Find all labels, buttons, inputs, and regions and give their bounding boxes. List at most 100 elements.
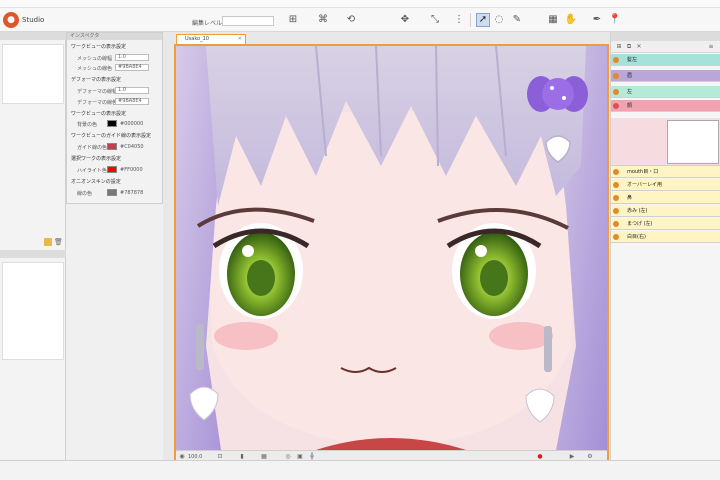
inspector-panel: インスペクタ ワークビューの表示設定 メッシュの線幅 1.0 メッシュの線色 #… <box>66 32 163 204</box>
duplicate-icon[interactable]: ⧉ <box>625 43 633 51</box>
inspector-header: インスペクタ <box>67 33 162 40</box>
lasso-icon[interactable]: ◌ <box>492 13 506 27</box>
deformer-list[interactable] <box>2 262 64 360</box>
menu-icon[interactable]: ≡ <box>707 43 715 51</box>
guide-color-value: #C04050 <box>120 144 144 150</box>
toolbar-separator <box>470 13 471 27</box>
section-onion: オニオンスキンの設定 <box>71 179 121 185</box>
onion-color-label: 線の色 <box>77 191 93 197</box>
guide-color-label: ガイド線の色 <box>77 145 108 151</box>
snap-icon[interactable]: ⋮ <box>452 13 466 27</box>
model-canvas[interactable] <box>176 46 607 450</box>
layer-thumbnail[interactable] <box>667 120 719 164</box>
layer-name: 赤み (左) <box>627 208 648 214</box>
new-layer-icon[interactable]: ⊞ <box>615 43 623 51</box>
layer-name: mouth目・口 <box>627 169 659 175</box>
layer-row[interactable]: 髪左 <box>611 54 720 66</box>
pin-icon[interactable]: 📍 <box>608 13 622 27</box>
section-selection: 選択ワークの表示設定 <box>71 156 122 162</box>
edit-level-label: 編集レベル <box>192 20 223 27</box>
main-toolbar: ● Studio 編集レベル ⊞ ⌘ ⟲ ✥ ⤡ ⋮ ➚ ◌ ✎ ▦ ✋ ✒ 📍 <box>0 8 720 32</box>
app-name: Studio <box>22 16 45 24</box>
parts-panel-header <box>611 32 720 41</box>
eyedropper-icon[interactable]: ✒ <box>590 13 604 27</box>
view-tab[interactable]: Usako_10 ✕ <box>176 34 246 44</box>
layer-row[interactable]: 鼻 <box>611 192 720 204</box>
layer-name: 鼻 <box>627 195 633 201</box>
parts-list[interactable] <box>2 44 64 104</box>
select-arrow-icon[interactable]: ➚ <box>476 13 490 27</box>
mesh-color-label: メッシュの線色 <box>77 66 113 72</box>
folder-icon[interactable] <box>44 238 52 246</box>
section-guide: ワークビューのガイド線の表示設定 <box>71 133 152 139</box>
layer-row[interactable]: まつげ (左) <box>611 218 720 230</box>
section-background: ワークビューの表示設定 <box>71 111 127 117</box>
visibility-icon[interactable] <box>613 57 619 63</box>
mesh-width-label: メッシュの線幅 <box>77 56 113 62</box>
timeline-strip <box>0 460 720 480</box>
visibility-icon[interactable] <box>613 208 619 214</box>
onion-color-value: #787878 <box>120 190 144 196</box>
visibility-icon[interactable] <box>613 182 619 188</box>
onion-color-swatch[interactable] <box>107 189 117 196</box>
layer-name: 眉 <box>627 73 633 79</box>
left-dock: 🗑 <box>0 32 66 460</box>
visibility-icon[interactable] <box>613 89 619 95</box>
section-workview: ワークビューの表示設定 <box>71 44 127 50</box>
deformer-color-input[interactable]: #9BA8E4 <box>115 98 149 105</box>
parts-panel: ⊞ ⧉ ✕ ≡ 髪左 眉 左 顔 mouth目・口 オーバーレイ用 鼻 赤み (… <box>610 32 720 460</box>
hand-icon[interactable]: ✋ <box>564 13 578 27</box>
scale-icon[interactable]: ⤡ <box>428 13 442 27</box>
bg-color-value: #000000 <box>120 121 144 127</box>
visibility-icon[interactable] <box>613 169 619 175</box>
layer-name: 顔 <box>627 103 633 109</box>
guide-color-swatch[interactable] <box>107 143 117 150</box>
dock-header-2 <box>0 250 66 258</box>
brush-icon[interactable]: ✎ <box>510 13 524 27</box>
layer-row[interactable]: 左 <box>611 86 720 98</box>
rotate-icon[interactable]: ⟲ <box>344 13 358 27</box>
bg-color-label: 背景の色 <box>77 122 98 128</box>
dock-header <box>0 32 66 40</box>
mesh-color-input[interactable]: #9BA8E4 <box>115 64 149 71</box>
parts-panel-toolbar: ⊞ ⧉ ✕ ≡ <box>611 41 720 53</box>
highlight-color-swatch[interactable] <box>107 166 117 173</box>
visibility-icon[interactable] <box>613 234 619 240</box>
layer-name: オーバーレイ用 <box>627 182 662 188</box>
layer-name: 髪左 <box>627 57 638 63</box>
trash-icon[interactable]: 🗑 <box>54 238 63 246</box>
layer-name: 左 <box>627 89 633 95</box>
layer-name: まつげ (左) <box>627 221 653 227</box>
visibility-icon[interactable] <box>613 73 619 79</box>
layer-row[interactable]: 眉 <box>611 70 720 82</box>
close-icon[interactable]: ✕ <box>238 35 242 44</box>
section-deformer: デフォーマの表示設定 <box>71 77 122 83</box>
deformer-width-input[interactable]: 1.0 <box>115 87 149 94</box>
warp-icon[interactable]: ⌘ <box>316 13 330 27</box>
bg-color-swatch[interactable] <box>107 120 117 127</box>
layer-row[interactable]: 白目(右) <box>611 231 720 243</box>
layer-row[interactable]: オーバーレイ用 <box>611 179 720 191</box>
deformer-width-label: デフォーマの線幅 <box>77 89 118 95</box>
visibility-icon[interactable] <box>613 195 619 201</box>
layer-row-selected[interactable]: 顔 <box>611 100 720 112</box>
visibility-icon[interactable] <box>613 221 619 227</box>
grid-icon[interactable]: ▦ <box>546 13 560 27</box>
layer-detail <box>611 118 720 166</box>
mesh-width-input[interactable]: 1.0 <box>115 54 149 61</box>
view-tab-label: Usako_10 <box>185 36 209 42</box>
deform-icon[interactable]: ⊞ <box>286 13 300 27</box>
layer-name: 白目(右) <box>627 234 646 240</box>
app-logo-icon[interactable]: ● <box>3 12 19 28</box>
deformer-color-label: デフォーマの線色 <box>77 100 118 106</box>
edit-level-slider[interactable] <box>222 16 274 26</box>
delete-icon[interactable]: ✕ <box>635 43 643 51</box>
title-bar <box>0 0 720 8</box>
layer-row[interactable]: mouth目・口 <box>611 166 720 178</box>
visibility-icon[interactable] <box>613 103 619 109</box>
parts-panel-empty-area <box>611 244 720 460</box>
character-illustration <box>176 46 607 450</box>
highlight-color-label: ハイライト色 <box>77 168 107 174</box>
move-icon[interactable]: ✥ <box>398 13 412 27</box>
layer-row[interactable]: 赤み (左) <box>611 205 720 217</box>
